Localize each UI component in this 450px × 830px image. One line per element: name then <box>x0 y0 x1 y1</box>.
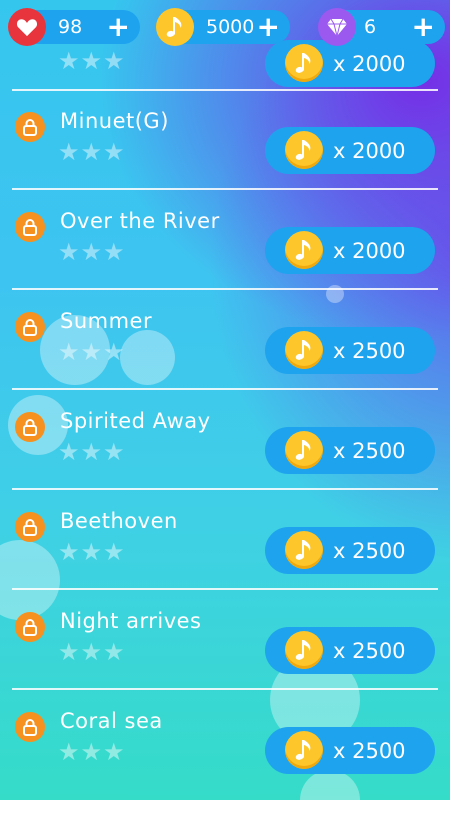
music-note-icon <box>285 531 323 569</box>
price-label: x 2500 <box>333 539 406 563</box>
notes-value: 5000 <box>206 16 255 38</box>
add-gems-button[interactable]: + <box>412 12 435 42</box>
music-note-icon <box>285 131 323 169</box>
song-row[interactable]: Minuet(G) ★★★ x 2000 <box>0 90 450 190</box>
lock-icon <box>15 612 45 642</box>
price-label: x 2000 <box>333 139 406 163</box>
price-label: x 2000 <box>333 52 406 76</box>
notes-counter: 5000 + <box>156 8 290 46</box>
add-notes-button[interactable]: + <box>257 12 280 42</box>
music-note-icon <box>285 431 323 469</box>
music-note-icon <box>156 8 194 46</box>
star-rating: ★★★ <box>58 538 126 566</box>
song-row[interactable]: Over the River ★★★ x 2000 <box>0 190 450 290</box>
lock-icon <box>15 712 45 742</box>
star-rating: ★★★ <box>58 438 126 466</box>
unlock-price-button[interactable]: x 2500 <box>265 527 435 574</box>
lock-icon <box>15 512 45 542</box>
unlock-price-button[interactable]: x 2000 <box>265 127 435 174</box>
gems-counter: 6 + <box>318 8 445 46</box>
star-rating: ★★★ <box>58 138 126 166</box>
lock-icon <box>15 212 45 242</box>
price-label: x 2500 <box>333 439 406 463</box>
song-row[interactable]: Spirited Away ★★★ x 2500 <box>0 390 450 490</box>
star-rating: ★★★ <box>58 738 126 766</box>
song-row[interactable]: Beethoven ★★★ x 2500 <box>0 490 450 590</box>
unlock-price-button[interactable]: x 2500 <box>265 327 435 374</box>
gems-value: 6 <box>364 16 377 38</box>
music-note-icon <box>285 731 323 769</box>
lives-counter: 98 + <box>8 8 140 46</box>
unlock-price-button[interactable]: x 2000 <box>265 227 435 274</box>
lock-icon <box>15 312 45 342</box>
song-row[interactable]: Coral sea ★★★ x 2500 <box>0 690 450 800</box>
song-title: Spirited Away <box>60 409 211 433</box>
music-note-icon <box>285 631 323 669</box>
star-rating: ★★★ <box>58 238 126 266</box>
song-title: Summer <box>60 309 153 333</box>
price-label: x 2500 <box>333 639 406 663</box>
song-title: Beethoven <box>60 509 178 533</box>
music-note-icon <box>285 231 323 269</box>
currency-bar: 98 + 5000 + 6 + <box>0 0 450 55</box>
price-label: x 2000 <box>333 239 406 263</box>
song-row[interactable]: Summer ★★★ x 2500 <box>0 290 450 390</box>
star-rating: ★★★ <box>58 338 126 366</box>
unlock-price-button[interactable]: x 2500 <box>265 727 435 774</box>
lock-icon <box>15 112 45 142</box>
music-note-icon <box>285 331 323 369</box>
song-title: Night arrives <box>60 609 202 633</box>
song-title: Over the River <box>60 209 220 233</box>
price-label: x 2500 <box>333 739 406 763</box>
unlock-price-button[interactable]: x 2500 <box>265 627 435 674</box>
diamond-icon <box>318 8 356 46</box>
song-title: Coral sea <box>60 709 163 733</box>
price-label: x 2500 <box>333 339 406 363</box>
song-row[interactable]: Night arrives ★★★ x 2500 <box>0 590 450 690</box>
song-title: Minuet(G) <box>60 109 169 133</box>
star-rating: ★★★ <box>58 638 126 666</box>
unlock-price-button[interactable]: x 2500 <box>265 427 435 474</box>
heart-icon <box>8 8 46 46</box>
lives-value: 98 <box>58 16 83 38</box>
add-lives-button[interactable]: + <box>107 12 130 42</box>
lock-icon <box>15 412 45 442</box>
